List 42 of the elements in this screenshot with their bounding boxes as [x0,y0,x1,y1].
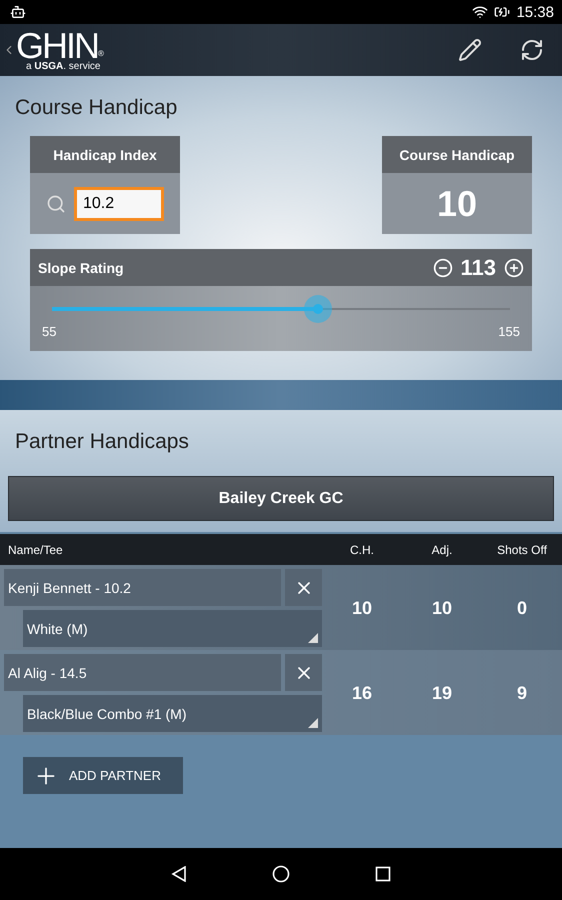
back-icon[interactable] [171,866,187,882]
card-header: Course Handicap [382,136,532,173]
slope-label: Slope Rating [38,260,125,276]
increase-button[interactable] [504,258,524,278]
column-header: Shots Off [496,542,548,556]
table-cell-text: 10 [350,598,374,618]
course-button[interactable]: Bailey Creek GC [8,476,554,521]
slider-max: 155 [498,324,520,339]
table-cell-text: 9 [516,682,528,704]
table-cell-text: 0 [516,598,528,618]
logo-tagline: a USGA. service [26,62,102,72]
tee-dropdown[interactable]: White (M) [23,610,322,647]
registered-mark: ® [98,50,104,58]
table-cell-text: 10 [430,598,454,618]
remove-button[interactable] [285,569,322,606]
recents-icon[interactable] [375,866,391,882]
wifi-icon [472,4,488,20]
course-handicap-value: 10 [436,182,478,224]
home-icon[interactable] [272,865,290,883]
add-partner-button[interactable]: ADD PARTNER [23,757,183,794]
remove-button[interactable] [285,654,322,691]
clock-time: 15:38 [516,4,554,20]
column-header: Adj. [430,542,454,556]
section-title: Course Handicap [15,96,178,120]
tee-dropdown[interactable]: Black/Blue Combo #1 (M) [23,695,322,732]
card-header: Handicap Index [30,136,180,173]
partner-name: Kenji Bennett - 10.2 [4,569,281,606]
column-header: Name/Tee [7,542,64,556]
section-title: Partner Handicaps [15,430,190,454]
slider-thumb[interactable] [304,295,332,323]
partner-name: Al Alig - 14.5 [4,654,281,691]
decrease-button[interactable] [432,258,452,278]
handicap-index-field[interactable]: 10.2 [74,186,164,220]
search-icon [46,194,66,214]
table-cell-text: 16 [350,682,374,704]
table-cell-text: 19 [430,682,454,704]
dropdown-corner-icon [308,633,318,643]
slope-value: 113 [460,254,496,280]
dropdown-corner-icon [308,718,318,728]
column-header: C.H. [349,542,375,556]
android-icon [10,4,26,20]
slider-min: 55 [42,324,56,339]
